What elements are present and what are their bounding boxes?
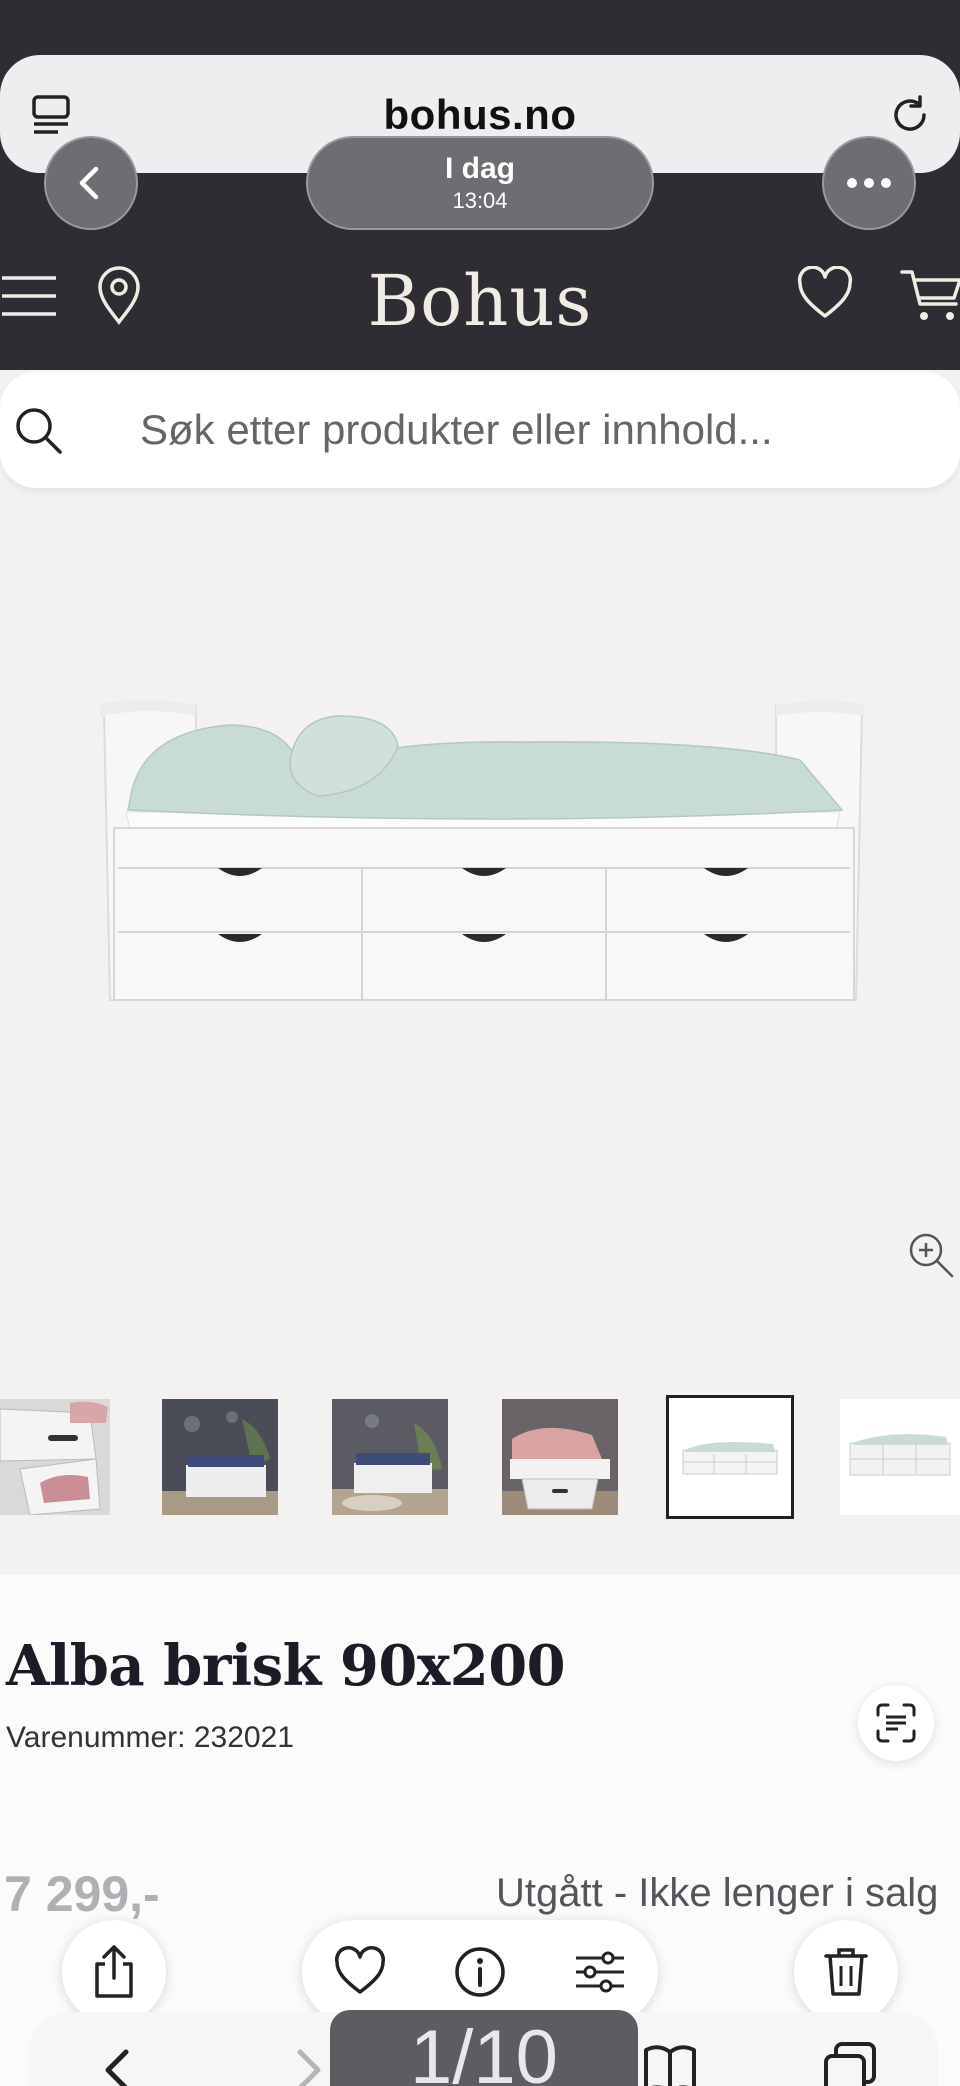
url-domain: bohus.no — [383, 91, 577, 138]
product-title: Alba brisk 90x200 — [6, 1633, 566, 1699]
cart-icon[interactable] — [900, 266, 960, 324]
thumbnail[interactable] — [162, 1399, 278, 1515]
thumbnail[interactable] — [502, 1399, 618, 1515]
info-icon[interactable] — [452, 1944, 508, 2000]
adjust-icon[interactable] — [572, 1944, 628, 2000]
tabs-icon[interactable] — [820, 2040, 880, 2086]
product-image[interactable] — [0, 510, 960, 1370]
trash-icon — [824, 1948, 868, 1996]
product-sku: Varenummer: 232021 — [6, 1721, 294, 1754]
search-input[interactable] — [140, 398, 940, 462]
photo-actions-pill — [302, 1920, 658, 2024]
search-icon[interactable] — [12, 404, 64, 456]
product-price: 7 299,- — [4, 1866, 160, 1922]
back-button[interactable] — [44, 136, 138, 230]
date-label: I dag — [444, 152, 515, 185]
share-button[interactable] — [62, 1920, 166, 2024]
share-icon — [95, 1945, 133, 1998]
back-icon — [79, 166, 99, 200]
thumbnail-gallery — [0, 1395, 960, 1525]
site-header: Bohus — [0, 250, 960, 360]
heart-icon[interactable] — [796, 266, 854, 322]
product-status: Utgått - Ikke lenger i salg — [496, 1871, 939, 1915]
top-header-area: bohus.no I dag 13:04 Bohus — [0, 0, 960, 370]
scan-text-icon — [876, 1703, 916, 1743]
thumbnail[interactable] — [840, 1399, 960, 1515]
more-icon — [847, 178, 891, 188]
reload-icon[interactable] — [886, 91, 934, 139]
more-button[interactable] — [822, 136, 916, 230]
bookmarks-icon[interactable] — [640, 2040, 700, 2086]
tab-counter[interactable]: 1/10 — [330, 2010, 638, 2086]
search-bar[interactable] — [0, 372, 960, 488]
thumbnail[interactable] — [0, 1399, 110, 1515]
favorite-icon[interactable] — [332, 1944, 388, 2000]
date-time-pill[interactable]: I dag 13:04 — [306, 136, 654, 230]
delete-button[interactable] — [794, 1920, 898, 2024]
nav-forward-icon[interactable] — [278, 2040, 338, 2086]
thumbnail[interactable] — [332, 1399, 448, 1515]
zoom-in-icon[interactable] — [906, 1230, 956, 1280]
nav-back-icon[interactable] — [88, 2040, 148, 2086]
thumbnail-active[interactable] — [666, 1395, 794, 1519]
scan-text-button[interactable] — [858, 1685, 934, 1761]
time-label: 13:04 — [452, 188, 508, 213]
